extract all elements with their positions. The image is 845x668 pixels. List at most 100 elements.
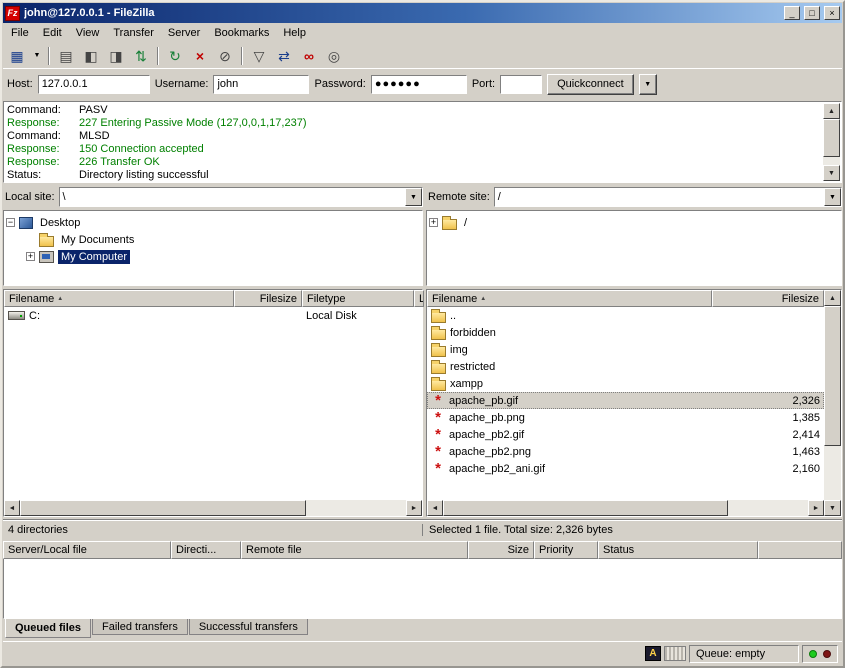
drive-icon [8,311,25,320]
column-header-server-local-file[interactable]: Server/Local file [3,541,171,559]
filter-button[interactable]: ▽ [247,45,271,67]
column-header-status[interactable]: Status [598,541,758,559]
scroll-left-button[interactable]: ◄ [4,500,20,516]
tree-item-desktop[interactable]: − Desktop [6,214,420,231]
file-row-apache-pb-gif-selected[interactable]: *apache_pb.gif 2,326 [427,392,824,409]
file-name: restricted [450,361,495,373]
file-row-apache-pb2-ani-gif[interactable]: *apache_pb2_ani.gif 2,160 [427,460,824,477]
username-input[interactable] [213,75,309,94]
local-horizontal-scrollbar[interactable]: ◄ ► [4,500,422,516]
menu-item-file[interactable]: File [4,24,36,42]
remote-site-combo[interactable]: / ▼ [494,187,842,207]
find-files-button[interactable]: ◎ [322,45,346,67]
file-row-c-drive[interactable]: C: Local Disk [4,307,422,324]
menu-item-transfer[interactable]: Transfer [106,24,161,42]
refresh-button[interactable]: ↻ [163,45,187,67]
scroll-down-button[interactable]: ▼ [824,500,841,516]
toggle-queue-button[interactable]: ⇅ [129,45,153,67]
tab-successful-transfers[interactable]: Successful transfers [189,619,308,635]
scroll-track[interactable] [824,306,841,500]
disconnect-icon: ⊘ [219,49,231,63]
column-header-filename[interactable]: Filename ▲ [427,290,712,307]
remote-list-header: Filename ▲ Filesize [427,290,824,307]
tree-item-root[interactable]: + / [429,214,839,231]
menu-item-bookmarks[interactable]: Bookmarks [207,24,276,42]
tree-item-my-computer[interactable]: + My Computer [26,248,420,265]
file-row-img[interactable]: img [427,341,824,358]
chevron-down-icon[interactable]: ▼ [405,188,422,206]
password-input[interactable] [371,75,467,94]
column-header-last-modified[interactable]: L [414,290,424,307]
titlebar[interactable]: Fz john@127.0.0.1 - FileZilla _ □ × [3,3,842,23]
file-row-apache-pb-png[interactable]: *apache_pb.png 1,385 [427,409,824,426]
log-line-label: Response: [7,156,79,169]
directory-comparison-button[interactable]: ⇄ [272,45,296,67]
host-input[interactable] [38,75,150,94]
close-button[interactable]: × [824,6,840,20]
file-row-parent-dir[interactable]: .. [427,307,824,324]
scroll-right-button[interactable]: ► [808,500,824,516]
column-header-filesize[interactable]: Filesize [712,290,824,307]
local-site-combo[interactable]: \ ▼ [59,187,423,207]
scroll-thumb[interactable] [443,500,728,516]
file-row-apache-pb2-gif[interactable]: *apache_pb2.gif 2,414 [427,426,824,443]
scroll-thumb[interactable] [823,119,840,157]
menu-item-view[interactable]: View [69,24,107,42]
remote-directory-tree: + / [426,210,842,286]
column-header-filesize[interactable]: Filesize [234,290,302,307]
tab-queued-files[interactable]: Queued files [5,619,91,638]
column-header-direction[interactable]: Directi... [171,541,241,559]
collapse-icon[interactable]: − [6,218,15,227]
disconnect-button[interactable]: ⊘ [213,45,237,67]
port-input[interactable] [500,75,542,94]
window-title: john@127.0.0.1 - FileZilla [24,7,780,19]
toggle-remote-tree-button[interactable]: ◨ [104,45,128,67]
chevron-down-icon[interactable]: ▼ [824,188,841,206]
menu-item-help[interactable]: Help [276,24,313,42]
file-row-restricted[interactable]: restricted [427,358,824,375]
tab-failed-transfers[interactable]: Failed transfers [92,619,188,635]
file-row-forbidden[interactable]: forbidden [427,324,824,341]
menu-item-server[interactable]: Server [161,24,207,42]
quickconnect-dropdown-button[interactable]: ▼ [639,74,657,95]
receive-indicator-icon [809,650,817,658]
column-header-size[interactable]: Size [468,541,534,559]
cancel-button[interactable]: × [188,45,212,67]
quickconnect-button[interactable]: Quickconnect [547,74,634,95]
scroll-track[interactable] [20,500,406,516]
scroll-down-button[interactable]: ▼ [823,165,840,181]
scroll-left-button[interactable]: ◄ [427,500,443,516]
menu-item-edit[interactable]: Edit [36,24,69,42]
column-header-filetype[interactable]: Filetype [302,290,414,307]
column-header-priority[interactable]: Priority [534,541,598,559]
minimize-button[interactable]: _ [784,6,800,20]
expand-icon[interactable]: + [26,252,35,261]
log-vertical-scrollbar[interactable]: ▲ ▼ [823,103,840,181]
scroll-track[interactable] [823,119,840,165]
scroll-right-button[interactable]: ► [406,500,422,516]
expand-icon[interactable]: + [429,218,438,227]
column-header-remote-file[interactable]: Remote file [241,541,468,559]
maximize-button[interactable]: □ [804,6,820,20]
username-label: Username: [155,78,209,90]
keyboard-icon[interactable] [664,646,686,661]
synchronized-browsing-button[interactable]: ∞ [297,45,321,67]
scroll-up-button[interactable]: ▲ [823,103,840,119]
scroll-up-button[interactable]: ▲ [824,290,841,306]
scroll-thumb[interactable] [824,306,841,446]
file-row-xampp[interactable]: xampp [427,375,824,392]
site-manager-button[interactable]: ▦ [5,45,29,67]
remote-horizontal-scrollbar[interactable]: ◄ ► [427,500,824,516]
log-line-label: Response: [7,117,79,130]
transfer-type-icon[interactable]: A [645,646,661,661]
site-manager-dropdown-button[interactable]: ▼ [30,45,44,67]
column-header-filename[interactable]: Filename ▲ [4,290,234,307]
host-label: Host: [7,78,33,90]
toggle-local-tree-button[interactable]: ◧ [79,45,103,67]
file-row-apache-pb2-png[interactable]: *apache_pb2.png 1,463 [427,443,824,460]
scroll-track[interactable] [443,500,808,516]
scroll-thumb[interactable] [20,500,306,516]
tree-item-my-documents[interactable]: My Documents [26,231,420,248]
remote-vertical-scrollbar[interactable]: ▲ ▼ [824,290,841,516]
toggle-message-log-button[interactable]: ▤ [54,45,78,67]
